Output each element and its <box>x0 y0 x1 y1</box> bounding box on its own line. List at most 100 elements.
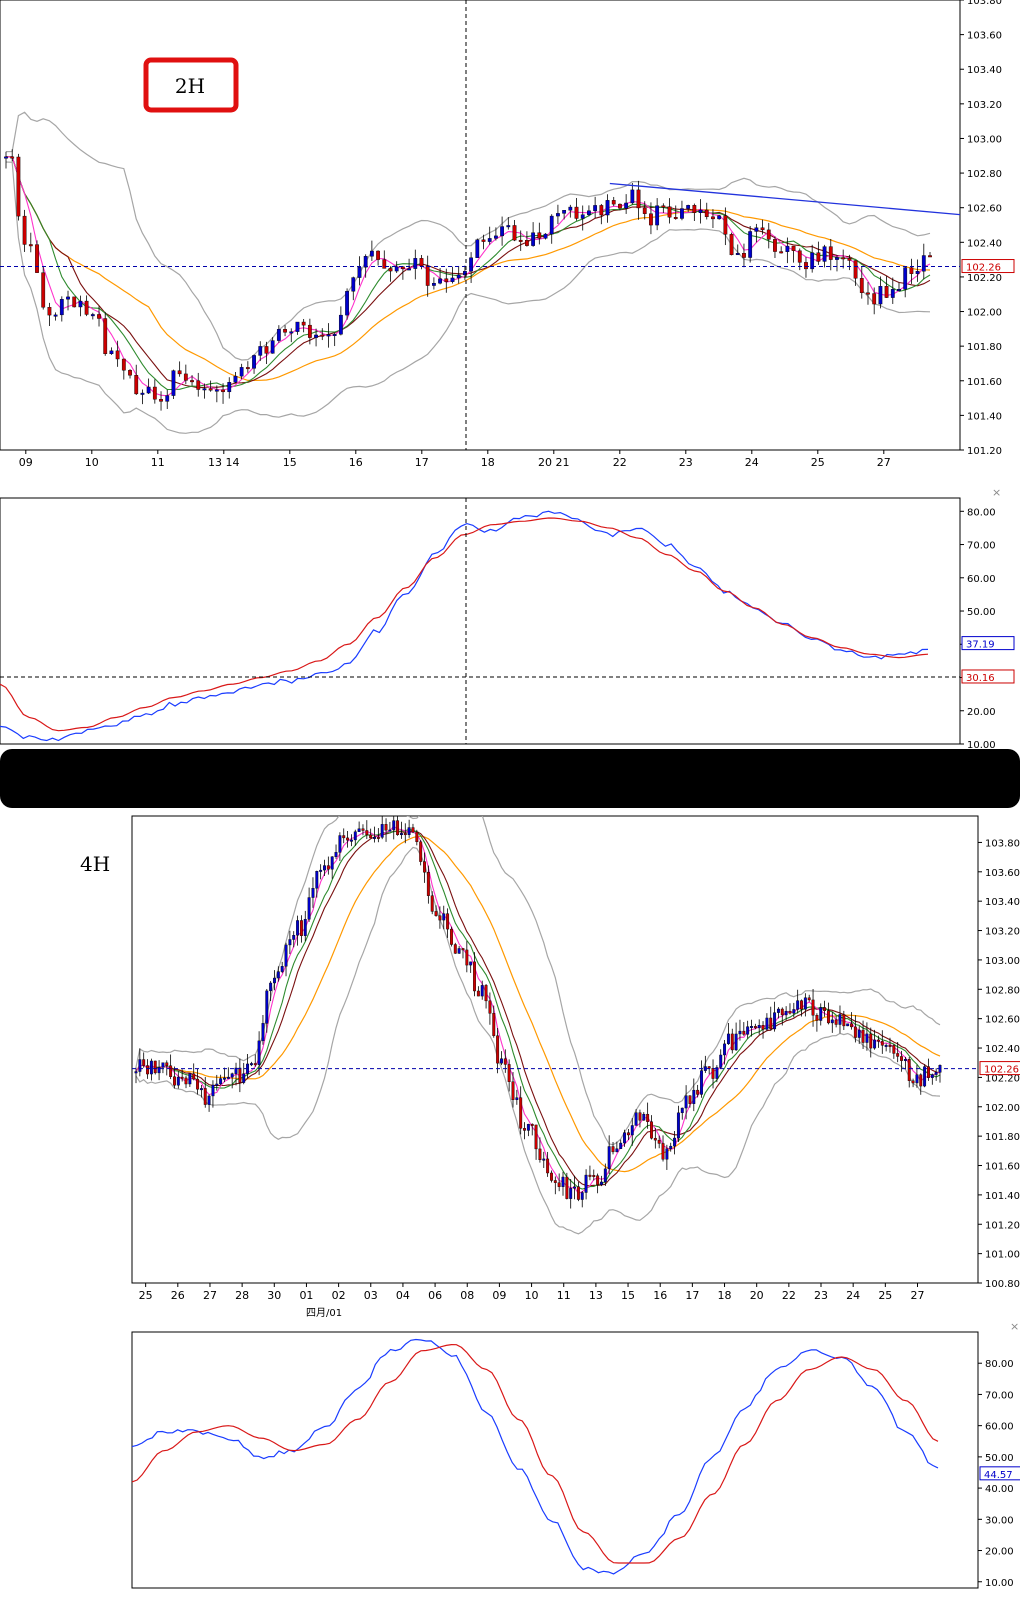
candle-body <box>299 920 303 936</box>
candle-body <box>503 1058 507 1065</box>
candle-body <box>450 277 455 282</box>
candle-body <box>549 215 554 235</box>
date-tick-label: 04 <box>396 1289 410 1302</box>
candle-body <box>603 1168 607 1183</box>
candle-body <box>476 990 480 997</box>
candle-body <box>626 1132 630 1136</box>
candle-body <box>72 296 77 308</box>
candle-body <box>230 1073 234 1078</box>
candle-body <box>842 1014 846 1027</box>
price-axis-2h-tick-label: 102.20 <box>967 273 1002 284</box>
candle-body <box>361 828 365 831</box>
candle-body <box>500 1058 503 1064</box>
candle-body <box>684 1095 688 1109</box>
candle-body <box>857 1029 861 1038</box>
date-tick-label: 18 <box>718 1289 732 1302</box>
candle-body <box>596 1175 600 1185</box>
candle-body <box>373 836 376 839</box>
candle-body <box>538 1148 542 1161</box>
candle-body <box>667 206 672 218</box>
oscillator-axis-bottom-tick-label: 30.00 <box>985 1515 1014 1526</box>
candle-body <box>242 1073 246 1083</box>
candle-body <box>657 1139 661 1144</box>
month-label: 四月/01 <box>306 1307 342 1319</box>
candle-body <box>214 389 219 392</box>
candle-body <box>346 837 350 841</box>
price-axis-4h-tick-label: 103.00 <box>985 956 1020 967</box>
candle-body <box>419 258 424 267</box>
price-axis-2h-tick-label: 102.60 <box>967 204 1002 215</box>
candle-body <box>738 1030 742 1035</box>
candle-body <box>233 375 238 383</box>
candle-body <box>400 266 405 270</box>
candle-body <box>853 260 858 279</box>
date-tick-label: 25 <box>811 456 825 469</box>
candle-body <box>180 1076 184 1079</box>
date-tick-label: 24 <box>745 456 759 469</box>
date-tick-label: 22 <box>613 456 627 469</box>
candle-body <box>642 207 647 214</box>
candle-body <box>457 948 461 954</box>
date-tick-label: 16 <box>349 456 363 469</box>
candle-body <box>661 205 666 208</box>
oscillator-panel-top: 80.0070.0060.0050.0040.0030.0020.0010.00… <box>0 486 1015 751</box>
candle-body <box>171 370 176 396</box>
candle-body <box>611 1146 615 1153</box>
candle-body <box>165 1062 169 1066</box>
candle-body <box>66 296 70 300</box>
candle-body <box>332 334 337 336</box>
candle-body <box>634 1112 638 1126</box>
date-tick-label: 01 <box>299 1289 313 1302</box>
candle-body <box>526 1123 530 1131</box>
candle-body <box>407 268 411 271</box>
candle-body <box>934 1072 938 1075</box>
date-tick-label: 10 <box>85 456 99 469</box>
price-axis-2h-tick-label: 101.60 <box>967 377 1002 388</box>
candle-body <box>515 1097 519 1100</box>
oscillator-axis-bottom-tick-label: 70.00 <box>985 1390 1014 1401</box>
date-tick-label: 22 <box>782 1289 796 1302</box>
candle-body <box>219 1078 223 1085</box>
candle-body <box>650 1121 653 1139</box>
candle-body <box>530 1123 534 1126</box>
candle-body <box>618 203 622 209</box>
oscillator-axis-bottom-tick-label: 20.00 <box>985 1547 1014 1558</box>
candle-body <box>915 271 920 274</box>
date-tick-label: 17 <box>685 1289 699 1302</box>
candle-body <box>859 278 864 293</box>
candle-body <box>121 358 126 371</box>
oscillator-axis-bottom-tick-label: 50.00 <box>985 1453 1014 1464</box>
candle-body <box>576 1186 580 1200</box>
date-tick-label: 10 <box>525 1289 539 1302</box>
date-tick-label: 27 <box>877 456 891 469</box>
candle-body <box>363 256 368 268</box>
oscillator-axis-top-tick-label: 20.00 <box>967 707 996 718</box>
candle-body <box>804 262 808 270</box>
candle-body <box>884 1044 888 1047</box>
price-axis-4h-tick-label: 101.80 <box>985 1132 1020 1143</box>
candle-body <box>580 1192 584 1200</box>
date-tick-label: 02 <box>332 1289 346 1302</box>
candle-body <box>78 300 83 308</box>
candle-body <box>202 388 207 391</box>
candle-body <box>673 217 678 219</box>
candle-body <box>128 370 132 376</box>
date-tick-label: 13 14 <box>208 456 240 469</box>
date-tick-label: 13 <box>589 1289 603 1302</box>
candle-body <box>760 227 765 231</box>
candle-body <box>134 375 139 395</box>
candle-body <box>688 1095 692 1104</box>
candle-body <box>915 1074 919 1084</box>
oscillator-axis-top-tick-label: 60.00 <box>967 574 996 585</box>
candle-body <box>791 245 796 251</box>
candle-body <box>177 370 182 375</box>
candle-body <box>292 935 296 940</box>
candle-body <box>761 1025 765 1030</box>
candle-body <box>861 1029 865 1043</box>
candle-body <box>909 267 914 274</box>
candle-body <box>431 283 436 286</box>
candle-body <box>84 300 89 315</box>
candle-body <box>295 321 300 332</box>
candle-body <box>388 268 393 272</box>
candle-body <box>396 820 400 836</box>
